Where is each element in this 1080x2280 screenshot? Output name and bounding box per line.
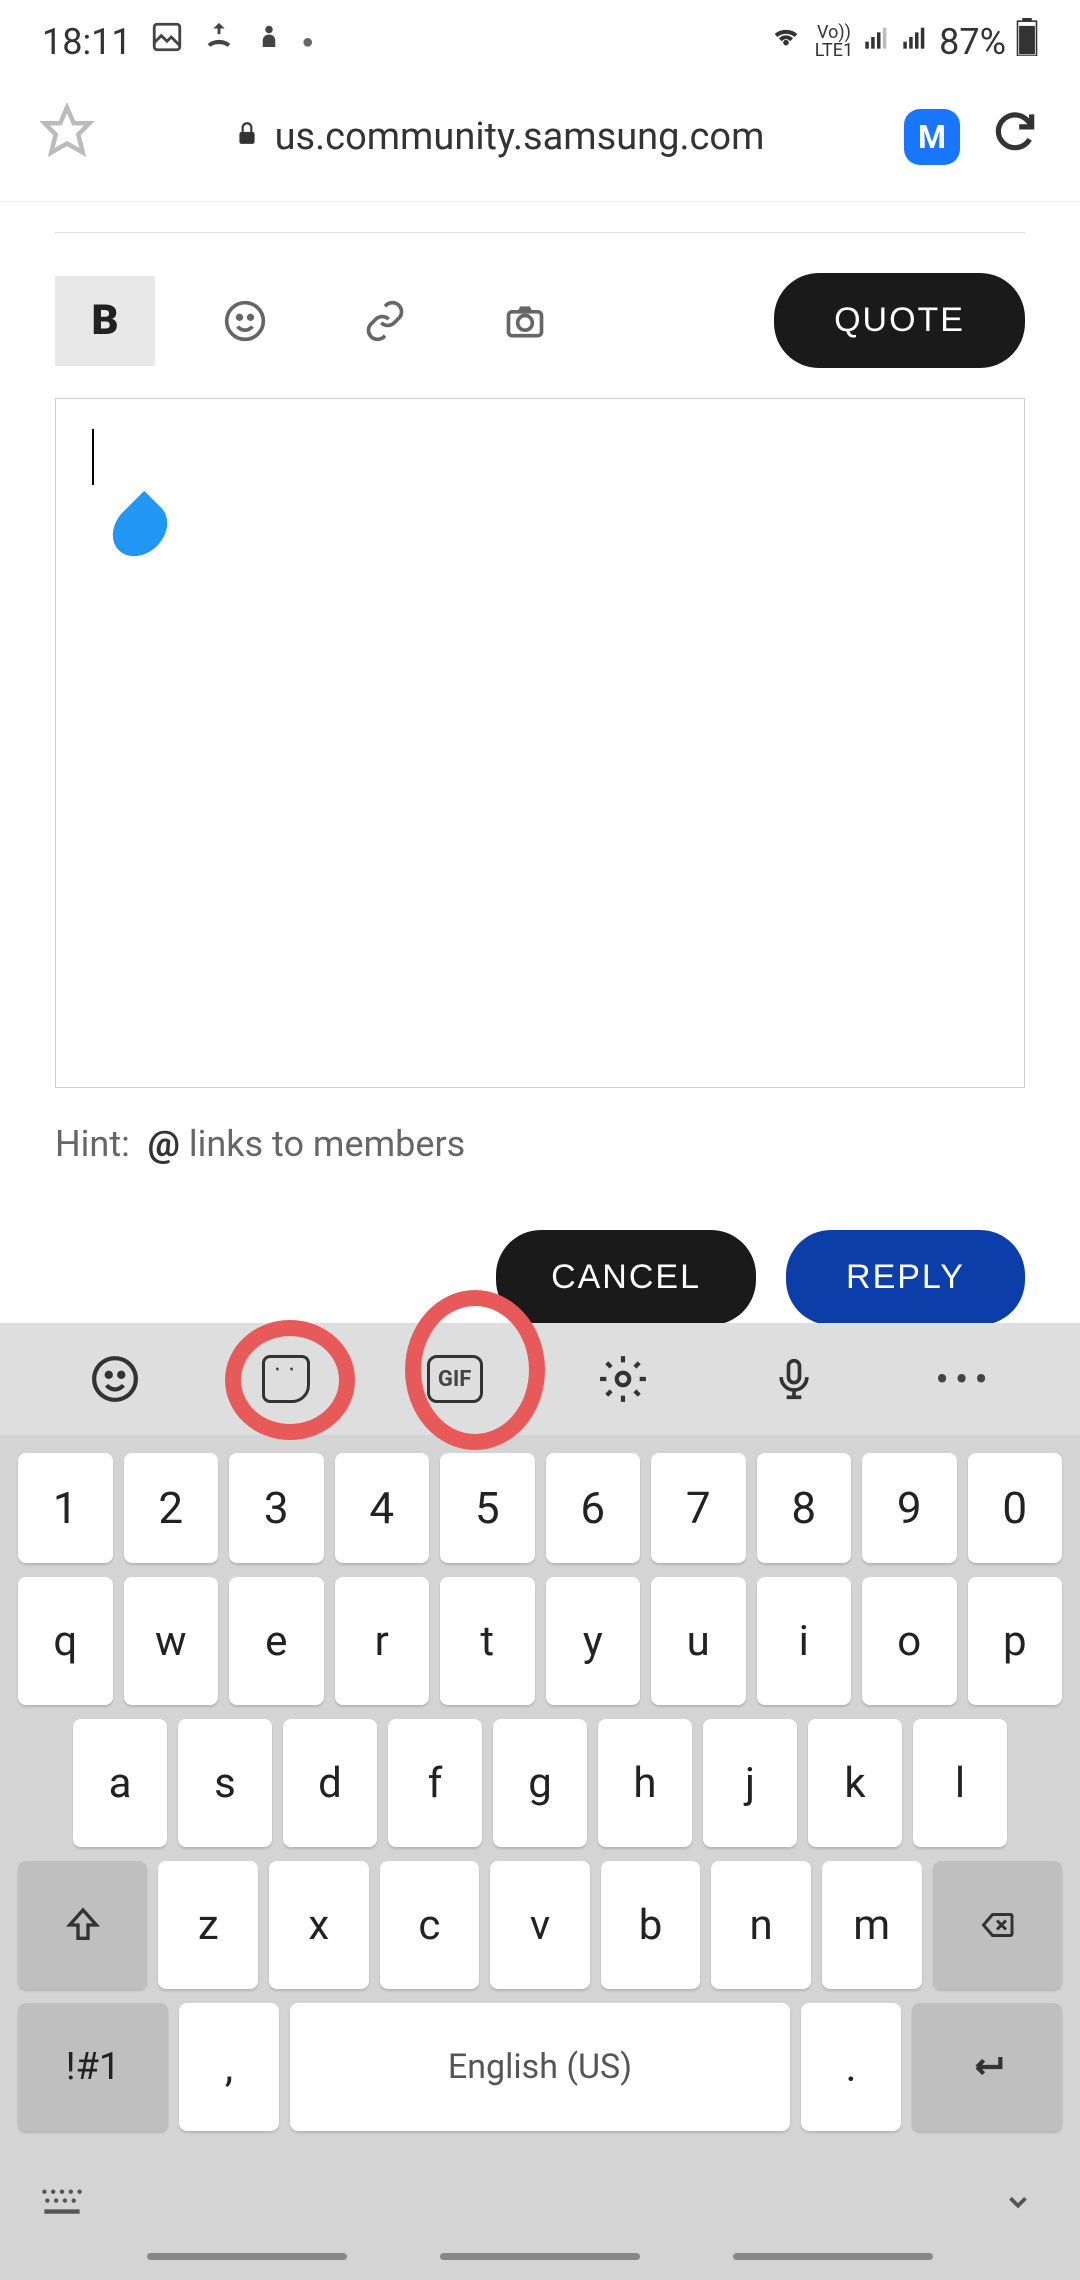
picture-icon	[150, 20, 184, 63]
key-w[interactable]: w	[124, 1577, 219, 1705]
bold-button[interactable]: B	[55, 276, 155, 366]
key-3[interactable]: 3	[229, 1453, 324, 1563]
kb-sticker-icon[interactable]	[256, 1349, 316, 1409]
navigation-bar	[0, 2243, 1080, 2280]
key-1[interactable]: 1	[18, 1453, 113, 1563]
cancel-button[interactable]: CANCEL	[496, 1230, 756, 1325]
status-time: 18:11	[42, 21, 132, 63]
key-k[interactable]: k	[808, 1719, 902, 1847]
key-s[interactable]: s	[178, 1719, 272, 1847]
volte-label: Vo))LTE1	[815, 24, 853, 60]
key-x[interactable]: x	[269, 1861, 369, 1989]
status-person-icon	[254, 20, 284, 63]
key-symbols[interactable]: !#1	[18, 2003, 168, 2131]
key-4[interactable]: 4	[335, 1453, 430, 1563]
key-v[interactable]: v	[490, 1861, 590, 1989]
key-0[interactable]: 0	[968, 1453, 1063, 1563]
key-f[interactable]: f	[388, 1719, 482, 1847]
reload-icon[interactable]	[990, 106, 1040, 168]
key-backspace[interactable]	[933, 1861, 1062, 1989]
camera-button[interactable]	[475, 276, 575, 366]
key-5[interactable]: 5	[440, 1453, 535, 1563]
nav-back[interactable]	[733, 2253, 933, 2260]
nav-recent[interactable]	[147, 2253, 347, 2260]
key-t[interactable]: t	[440, 1577, 535, 1705]
hint-text: Hint: @ links to members	[55, 1088, 1025, 1200]
key-2[interactable]: 2	[124, 1453, 219, 1563]
key-6[interactable]: 6	[546, 1453, 641, 1563]
key-y[interactable]: y	[546, 1577, 641, 1705]
key-q[interactable]: q	[18, 1577, 113, 1705]
kb-gif-icon[interactable]: GIF	[427, 1355, 483, 1403]
divider	[55, 232, 1025, 233]
kb-voice-icon[interactable]	[764, 1349, 824, 1409]
kb-top-row: q w e r t y u i o p	[18, 1577, 1062, 1705]
key-space[interactable]: English (US)	[290, 2003, 790, 2131]
key-9[interactable]: 9	[862, 1453, 957, 1563]
editor-toolbar: B QUOTE	[55, 273, 1025, 368]
key-l[interactable]: l	[913, 1719, 1007, 1847]
kb-space-row: !#1 , English (US) .	[18, 2003, 1062, 2131]
browser-address-bar: us.community.samsung.com M	[0, 83, 1080, 202]
kb-switch-icon[interactable]	[40, 2185, 84, 2223]
key-shift[interactable]	[18, 1861, 147, 1989]
wifi-icon	[767, 20, 805, 63]
missed-call-icon	[202, 20, 236, 63]
key-7[interactable]: 7	[651, 1453, 746, 1563]
key-u[interactable]: u	[651, 1577, 746, 1705]
key-d[interactable]: d	[283, 1719, 377, 1847]
key-g[interactable]: g	[493, 1719, 587, 1847]
key-e[interactable]: e	[229, 1577, 324, 1705]
kb-settings-icon[interactable]	[593, 1349, 653, 1409]
key-r[interactable]: r	[335, 1577, 430, 1705]
text-cursor	[92, 429, 94, 485]
reply-textarea[interactable]	[55, 398, 1025, 1088]
key-p[interactable]: p	[968, 1577, 1063, 1705]
url-text: us.community.samsung.com	[275, 115, 765, 159]
quote-button[interactable]: QUOTE	[774, 273, 1025, 368]
kb-collapse-icon[interactable]	[996, 2187, 1040, 2221]
kb-mid-row: a s d f g h j k l	[18, 1719, 1062, 1847]
key-8[interactable]: 8	[757, 1453, 852, 1563]
extension-m-badge[interactable]: M	[904, 109, 960, 165]
key-n[interactable]: n	[711, 1861, 811, 1989]
key-z[interactable]: z	[158, 1861, 258, 1989]
nav-home[interactable]	[440, 2253, 640, 2260]
keyboard-toolbar: GIF •••	[0, 1323, 1080, 1435]
key-c[interactable]: c	[380, 1861, 480, 1989]
signal2-icon	[901, 20, 929, 63]
signal-icon	[863, 20, 891, 63]
kb-bot-row: z x c v b n m	[18, 1861, 1062, 1989]
lock-icon	[234, 118, 260, 156]
url-display[interactable]: us.community.samsung.com	[124, 115, 874, 159]
key-m[interactable]: m	[822, 1861, 922, 1989]
key-comma[interactable]: ,	[179, 2003, 279, 2131]
kb-more-icon[interactable]: •••	[935, 1349, 995, 1409]
status-bar: 18:11 ● Vo))LTE1 87%	[0, 0, 1080, 83]
key-enter[interactable]	[912, 2003, 1062, 2131]
battery-icon	[1016, 18, 1038, 65]
key-j[interactable]: j	[703, 1719, 797, 1847]
key-a[interactable]: a	[73, 1719, 167, 1847]
status-dot-icon: ●	[302, 29, 314, 54]
key-i[interactable]: i	[757, 1577, 852, 1705]
emoji-button[interactable]	[195, 276, 295, 366]
kb-emoji-icon[interactable]	[85, 1349, 145, 1409]
soft-keyboard: GIF ••• 1 2 3 4 5 6 7 8 9 0 q w e r t y	[0, 1323, 1080, 2280]
kb-number-row: 1 2 3 4 5 6 7 8 9 0	[18, 1453, 1062, 1563]
reply-button[interactable]: REPLY	[786, 1230, 1025, 1325]
battery-percent: 87%	[939, 21, 1006, 63]
key-h[interactable]: h	[598, 1719, 692, 1847]
key-b[interactable]: b	[601, 1861, 701, 1989]
bookmark-star-icon[interactable]	[40, 103, 94, 171]
key-period[interactable]: .	[801, 2003, 901, 2131]
keyboard-bottom-bar	[0, 2155, 1080, 2243]
link-button[interactable]	[335, 276, 435, 366]
cursor-handle-icon[interactable]	[102, 491, 178, 567]
key-o[interactable]: o	[862, 1577, 957, 1705]
